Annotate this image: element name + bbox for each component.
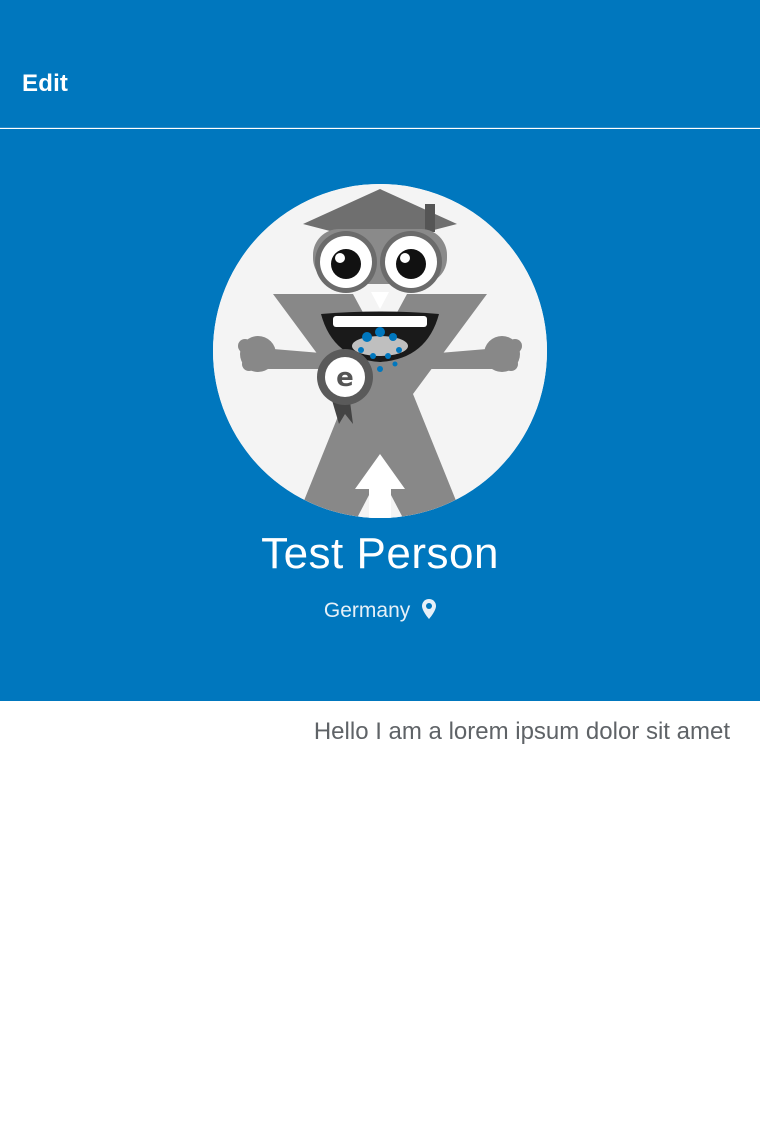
svg-text:e: e <box>336 363 354 393</box>
location-label: Germany <box>323 599 411 622</box>
avatar[interactable]: e <box>213 184 547 518</box>
edit-button[interactable]: Edit <box>22 70 68 98</box>
mascot-avatar-icon: e <box>213 184 547 518</box>
profile-header: e Test Person Germany <box>0 129 760 701</box>
top-bar: Edit <box>0 0 760 128</box>
profile-bio: Hello I am a lorem ipsum dolor sit amet <box>313 718 730 745</box>
profile-name: Test Person <box>261 529 499 578</box>
profile-location: Germany <box>0 599 760 625</box>
map-pin-icon <box>422 599 437 625</box>
